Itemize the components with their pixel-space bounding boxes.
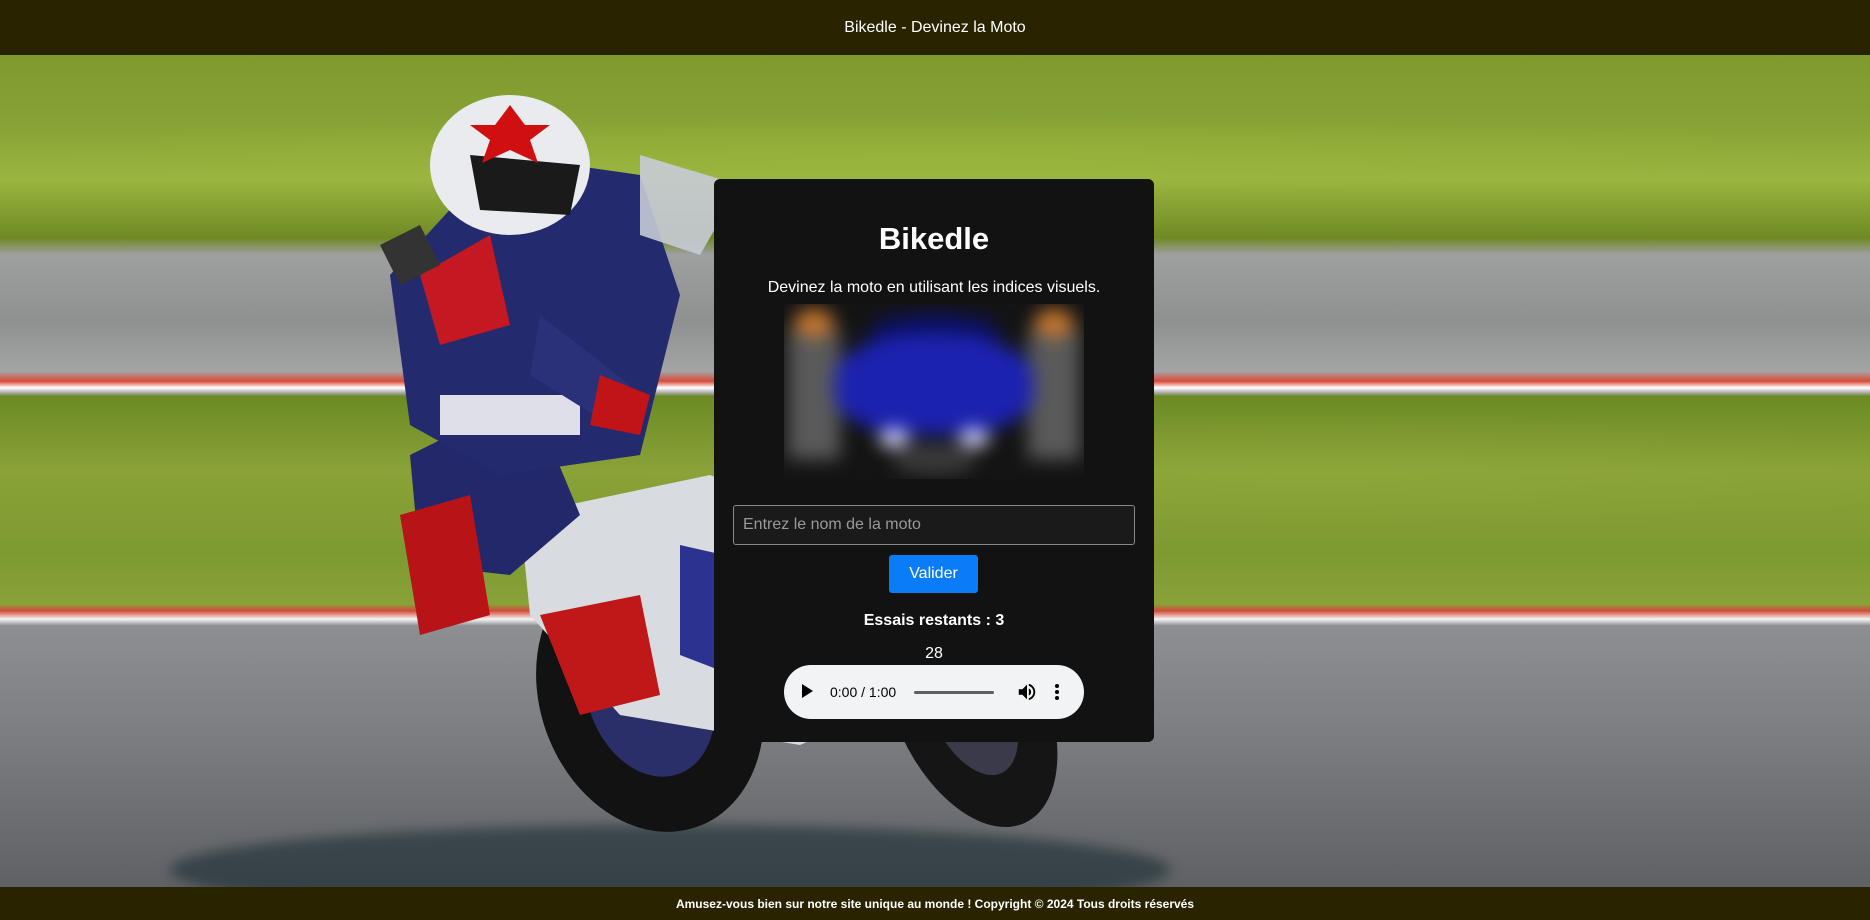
site-footer: Amusez-vous bien sur notre site unique a… [0, 887, 1870, 920]
site-title: Bikedle - Devinez la Moto [844, 18, 1026, 36]
audio-progress-slider[interactable] [914, 691, 994, 694]
audio-player: 0:00 / 1:00 [784, 665, 1084, 719]
play-icon[interactable] [802, 684, 813, 698]
game-card: Bikedle Devinez la moto en utilisant les… [714, 179, 1154, 742]
audio-time: 0:00 / 1:00 [830, 684, 897, 700]
more-options-icon[interactable] [1052, 681, 1062, 703]
volume-icon[interactable] [1016, 681, 1038, 703]
tries-remaining: Essais restants : 3 [863, 612, 1005, 629]
validate-button[interactable]: Valider [889, 555, 978, 593]
motorcycle-name-input[interactable] [733, 505, 1135, 545]
blurred-motorcycle-clue [784, 304, 1084, 479]
countdown-timer: 28 [925, 645, 943, 662]
game-subtitle: Devinez la moto en utilisant les indices… [767, 279, 1101, 296]
footer-text: Amusez-vous bien sur notre site unique a… [675, 896, 1195, 911]
site-header: Bikedle - Devinez la Moto [0, 0, 1870, 55]
game-title: Bikedle [878, 221, 990, 256]
